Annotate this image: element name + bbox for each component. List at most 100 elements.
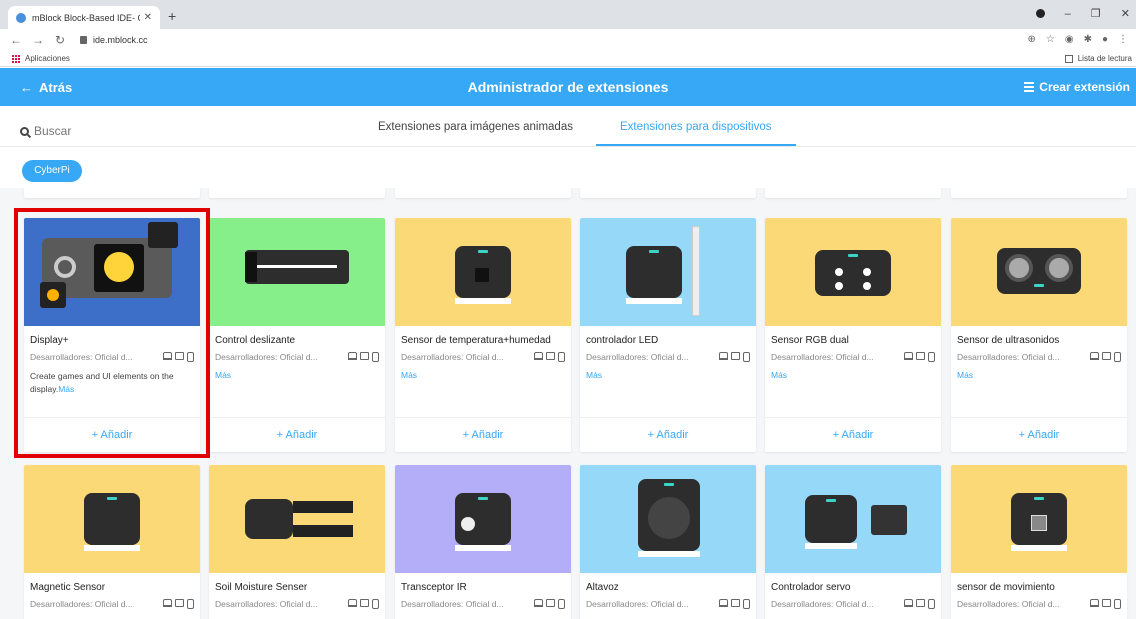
puzzle-icon[interactable]: ✱	[1084, 34, 1092, 45]
extension-card-speaker[interactable]: Altavoz Desarrolladores: Oficial d...	[580, 465, 756, 619]
search-input[interactable]	[34, 124, 154, 138]
more-link[interactable]: Más	[395, 362, 571, 380]
list-icon	[1024, 82, 1035, 92]
restore-icon[interactable]: ❐	[1091, 7, 1101, 20]
reading-list[interactable]: Lista de lectura	[1064, 54, 1132, 63]
bookmark-apps[interactable]: Aplicaciones	[12, 54, 70, 63]
add-button[interactable]: + Añadir	[24, 417, 200, 452]
phone-icon	[928, 599, 935, 609]
mblock-favicon-icon	[16, 12, 26, 23]
add-button[interactable]: + Añadir	[765, 417, 941, 452]
developer-row: Desarrolladores: Oficial d...	[951, 593, 1127, 609]
window-icon	[731, 599, 740, 607]
extension-card-ultrasonic[interactable]: Sensor de ultrasonidos Desarrolladores: …	[951, 218, 1127, 452]
more-link[interactable]: Más	[58, 384, 74, 394]
monitor-icon	[534, 599, 543, 607]
extension-card-magnetic-sensor[interactable]: Magnetic Sensor Desarrolladores: Oficial…	[24, 465, 200, 619]
extension-icon[interactable]: ◉	[1065, 34, 1074, 45]
add-button[interactable]: + Añadir	[395, 417, 571, 452]
menu-dots-icon[interactable]: ⋮	[1118, 34, 1128, 45]
new-tab-icon[interactable]: +	[168, 8, 176, 24]
tab-device-extensions[interactable]: Extensiones para dispositivos	[620, 121, 772, 133]
reload-icon[interactable]: ↻	[54, 33, 66, 47]
profile-avatar-icon[interactable]: ●	[1102, 34, 1108, 45]
extension-card-rgb-dual[interactable]: Sensor RGB dual Desarrolladores: Oficial…	[765, 218, 941, 452]
card-title: Sensor RGB dual	[771, 335, 849, 346]
monitor-icon	[348, 352, 357, 360]
more-link[interactable]: Más	[765, 362, 941, 380]
create-extension-button[interactable]: Crear extensión	[1024, 80, 1130, 94]
reading-list-icon	[1064, 54, 1073, 63]
forward-arrow-icon[interactable]: →	[32, 33, 44, 47]
phone-icon	[743, 599, 750, 609]
window-icon	[360, 352, 369, 360]
more-link[interactable]: Más	[951, 362, 1127, 380]
url-field[interactable]: ide.mblock.cc	[80, 35, 148, 45]
create-extension-label: Crear extensión	[1039, 80, 1130, 94]
developer-text: Desarrolladores: Oficial d...	[30, 352, 133, 362]
more-link[interactable]: Más	[580, 362, 756, 380]
card-thumbnail	[765, 218, 941, 326]
card-thumbnail	[580, 218, 756, 326]
close-tab-icon[interactable]: ✕	[144, 12, 152, 23]
card-title: controlador LED	[586, 335, 659, 346]
extension-card-temperature-humidity[interactable]: Sensor de temperatura+humedad Desarrolla…	[395, 218, 571, 452]
close-window-icon[interactable]: ✕	[1121, 7, 1130, 20]
record-icon[interactable]	[1035, 9, 1045, 18]
developer-row: Desarrolladores: Oficial d...	[951, 346, 1127, 362]
extension-grid[interactable]: Display+ Desarrolladores: Oficial d... C…	[0, 188, 1136, 619]
tab-animated-extensions[interactable]: Extensiones para imágenes animadas	[378, 121, 573, 133]
developer-text: Desarrolladores: Oficial d...	[215, 599, 318, 609]
card-thumbnail	[951, 218, 1127, 326]
card-thumbnail	[765, 465, 941, 573]
more-link[interactable]: Más	[209, 362, 385, 380]
extension-card-slider[interactable]: Control deslizante Desarrolladores: Ofic…	[209, 218, 385, 452]
reading-list-label: Lista de lectura	[1077, 54, 1132, 63]
bookmarks-bar: Aplicaciones Lista de lectura	[0, 51, 1136, 67]
device-filter-chip[interactable]: CyberPi	[22, 160, 82, 182]
developer-text: Desarrolladores: Oficial d...	[215, 352, 318, 362]
extension-card-servo-controller[interactable]: Controlador servo Desarrolladores: Ofici…	[765, 465, 941, 619]
extension-card-ir-transceiver[interactable]: Transceptor IR Desarrolladores: Oficial …	[395, 465, 571, 619]
developer-row: Desarrolladores: Oficial d...	[395, 346, 571, 362]
developer-text: Desarrolladores: Oficial d...	[957, 599, 1060, 609]
extension-card-led-controller[interactable]: controlador LED Desarrolladores: Oficial…	[580, 218, 756, 452]
extension-card-motion-sensor[interactable]: sensor de movimiento Desarrolladores: Of…	[951, 465, 1127, 619]
card-title: Display+	[30, 335, 69, 346]
browser-tab-title: mBlock Block-Based IDE- Coding	[32, 12, 140, 23]
back-arrow-icon[interactable]: ←	[10, 33, 22, 47]
card-partial	[765, 188, 941, 198]
window-icon	[916, 352, 925, 360]
zoom-icon[interactable]: ⊕	[1027, 34, 1035, 45]
add-button[interactable]: + Añadir	[951, 417, 1127, 452]
card-partial	[951, 188, 1127, 198]
address-bar-actions: ⊕ ☆ ◉ ✱ ● ⋮	[1027, 34, 1128, 45]
extension-card-display-plus[interactable]: Display+ Desarrolladores: Oficial d... C…	[24, 218, 200, 452]
window-icon	[546, 599, 555, 607]
phone-icon	[187, 599, 194, 609]
add-button[interactable]: + Añadir	[209, 417, 385, 452]
phone-icon	[558, 599, 565, 609]
phone-icon	[743, 352, 750, 362]
card-partial	[209, 188, 385, 198]
window-icon	[1102, 599, 1111, 607]
add-button[interactable]: + Añadir	[580, 417, 756, 452]
extension-card-soil-moisture[interactable]: Soil Moisture Senser Desarrolladores: Of…	[209, 465, 385, 619]
developer-text: Desarrolladores: Oficial d...	[771, 599, 874, 609]
developer-row: Desarrolladores: Oficial d...	[580, 593, 756, 609]
monitor-icon	[348, 599, 357, 607]
monitor-icon	[534, 352, 543, 360]
card-thumbnail	[580, 465, 756, 573]
phone-icon	[187, 352, 194, 362]
browser-tab[interactable]: mBlock Block-Based IDE- Coding ✕	[8, 6, 160, 29]
monitor-icon	[904, 352, 913, 360]
star-icon[interactable]: ☆	[1046, 34, 1055, 45]
minimize-icon[interactable]: –	[1065, 8, 1071, 20]
search-icon	[20, 126, 29, 136]
bookmark-apps-label: Aplicaciones	[25, 54, 70, 63]
developer-text: Desarrolladores: Oficial d...	[30, 599, 133, 609]
phone-icon	[1114, 352, 1121, 362]
apps-grid-icon	[12, 54, 20, 63]
url-text: ide.mblock.cc	[93, 35, 148, 45]
developer-row: Desarrolladores: Oficial d...	[580, 346, 756, 362]
